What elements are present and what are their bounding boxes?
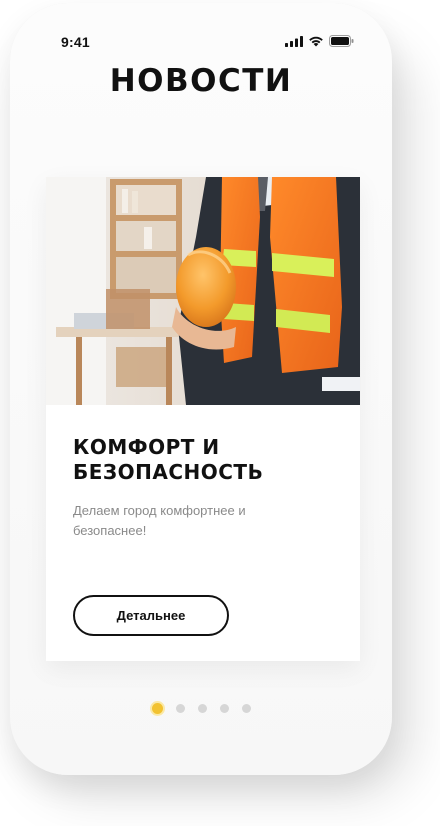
status-icons: [285, 35, 354, 47]
news-card-image: [46, 177, 360, 405]
pagination-dot[interactable]: [219, 704, 229, 713]
worker-in-safety-vest-photo: [46, 177, 360, 405]
pagination-dot[interactable]: [197, 704, 207, 713]
card-title: КОМФОРТ И БЕЗОПАСНОСТЬ: [73, 435, 264, 484]
battery-icon: [329, 35, 354, 47]
pagination-dot[interactable]: [175, 704, 185, 713]
details-button[interactable]: Детальнее: [73, 595, 229, 636]
pagination-dot[interactable]: [151, 703, 163, 714]
carousel-pagination: [10, 703, 392, 714]
news-card[interactable]: КОМФОРТ И БЕЗОПАСНОСТЬ Делаем город комф…: [46, 177, 360, 661]
pagination-dot[interactable]: [241, 704, 251, 713]
phone-frame: 9:41 НОВОСТИ КОМФОРТ И БЕЗОПАСНОСТЬ Дела…: [10, 3, 392, 775]
stage: 9:41 НОВОСТИ КОМФОРТ И БЕЗОПАСНОСТЬ Дела…: [0, 0, 440, 826]
signal-icon: [285, 35, 303, 47]
page-title: НОВОСТИ: [109, 63, 293, 99]
card-description: Делаем город комфортнее и безопаснее!: [73, 503, 246, 538]
status-time: 9:41: [61, 34, 90, 50]
wifi-icon: [309, 36, 323, 46]
